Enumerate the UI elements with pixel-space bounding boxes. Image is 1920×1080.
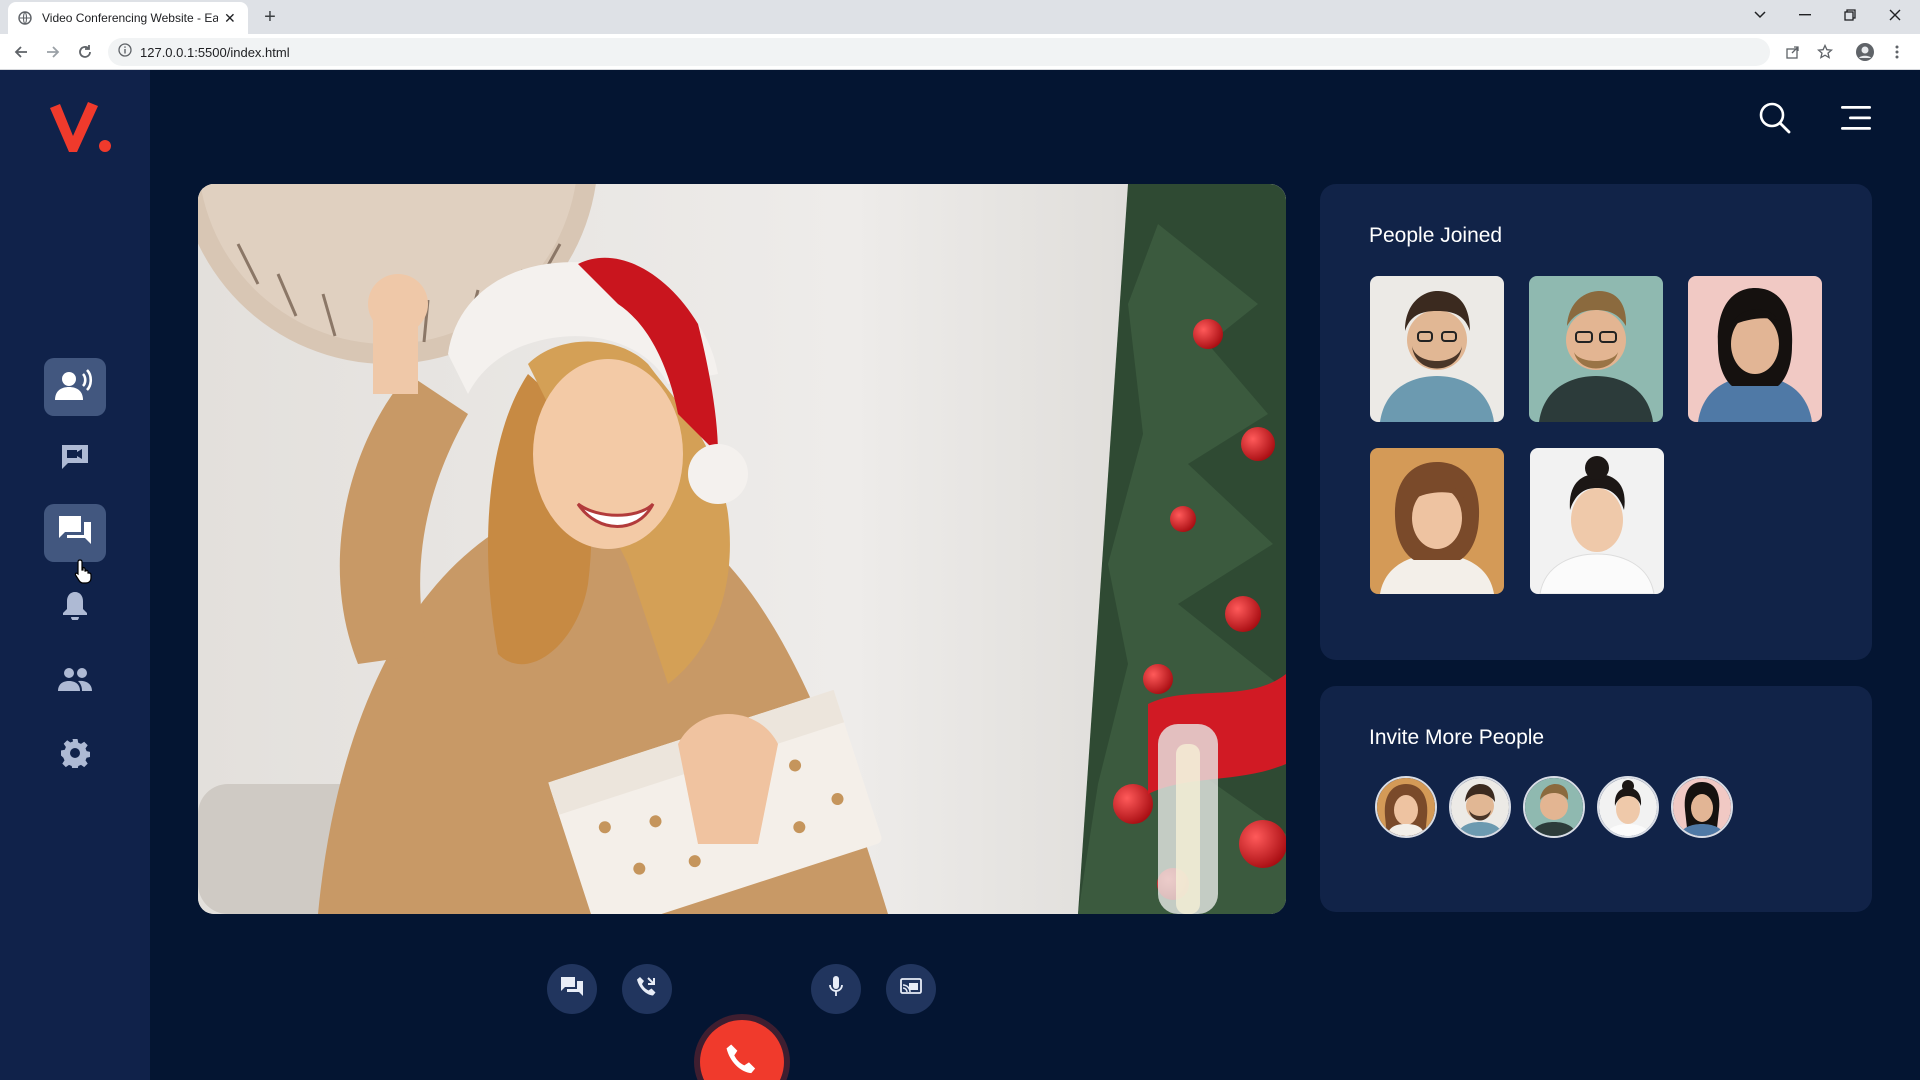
chat-button-icon: [561, 976, 583, 1002]
video-chat-icon: [60, 443, 90, 476]
participant-photo: [1370, 276, 1504, 422]
url-text: 127.0.0.1:5500/index.html: [140, 44, 290, 60]
reload-icon[interactable]: [74, 41, 96, 63]
browser-tab[interactable]: Video Conferencing Website - Ea ✕: [8, 2, 248, 34]
kebab-menu-icon[interactable]: [1886, 41, 1908, 63]
back-icon[interactable]: [10, 41, 32, 63]
video-feed-image: [198, 184, 1286, 914]
restore-icon[interactable]: [1830, 0, 1870, 30]
sidebar-item-people[interactable]: [44, 652, 106, 710]
call-transfer-button[interactable]: [622, 964, 672, 1014]
browser-tabbar: Video Conferencing Website - Ea ✕ +: [0, 0, 1920, 34]
microphone-icon: [828, 975, 844, 1003]
menu-icon[interactable]: [1836, 98, 1876, 138]
call-transfer-icon: [636, 976, 658, 1003]
search-icon[interactable]: [1755, 98, 1795, 138]
globe-icon: [18, 11, 32, 25]
forward-icon[interactable]: [42, 41, 64, 63]
participant-card[interactable]: [1370, 276, 1504, 422]
sidebar-item-settings[interactable]: [44, 726, 106, 784]
gear-icon: [60, 738, 91, 773]
mouse-pointer-icon: [74, 559, 92, 584]
invite-avatar-photo: [1451, 778, 1509, 836]
microphone-button[interactable]: [811, 964, 861, 1014]
tab-title: Video Conferencing Website - Ea: [42, 11, 218, 25]
info-icon[interactable]: [118, 42, 132, 62]
share-icon[interactable]: [1782, 41, 1804, 63]
address-bar[interactable]: 127.0.0.1:5500/index.html: [108, 38, 1770, 66]
participant-photo: [1529, 276, 1663, 422]
screen-share-icon: [900, 977, 922, 1001]
screen-share-button[interactable]: [886, 964, 936, 1014]
invite-avatar[interactable]: [1449, 776, 1511, 838]
minimize-icon[interactable]: [1785, 0, 1825, 30]
app-root: People Joined Invite More People: [0, 70, 1920, 1080]
people-icon: [58, 667, 92, 696]
participant-card[interactable]: [1688, 276, 1822, 422]
invite-more-title: Invite More People: [1369, 726, 1545, 749]
sidebar-item-notifications[interactable]: [44, 578, 106, 636]
people-joined-panel: People Joined: [1320, 184, 1872, 660]
invite-avatar[interactable]: [1671, 776, 1733, 838]
chat-icon: [59, 515, 91, 551]
sidebar-item-chat[interactable]: [44, 504, 106, 562]
participant-card[interactable]: [1370, 448, 1504, 594]
profile-avatar-icon[interactable]: [1854, 41, 1876, 63]
participant-photo: [1370, 448, 1504, 594]
bell-icon: [62, 590, 88, 625]
participant-photo: [1530, 448, 1664, 594]
new-tab-icon[interactable]: +: [258, 5, 282, 29]
bookmark-star-icon[interactable]: [1814, 41, 1836, 63]
people-joined-title: People Joined: [1369, 224, 1503, 247]
brand-logo[interactable]: [46, 98, 116, 158]
invite-avatar-photo: [1377, 778, 1435, 836]
invite-avatar[interactable]: [1523, 776, 1585, 838]
chat-button[interactable]: [547, 964, 597, 1014]
participant-photo: [1688, 276, 1822, 422]
participant-card[interactable]: [1530, 448, 1664, 594]
invite-avatar-photo: [1599, 778, 1657, 836]
tab-search-icon[interactable]: [1740, 0, 1780, 30]
sidebar-item-speaker[interactable]: [44, 358, 106, 416]
close-window-icon[interactable]: [1875, 0, 1915, 30]
speaker-icon: [55, 368, 95, 407]
participant-card[interactable]: [1529, 276, 1663, 422]
invite-avatar[interactable]: [1375, 776, 1437, 838]
invite-avatar[interactable]: [1597, 776, 1659, 838]
invite-avatar-photo: [1673, 778, 1731, 836]
end-call-button[interactable]: [700, 1020, 784, 1080]
invite-avatar-photo: [1525, 778, 1583, 836]
close-tab-icon[interactable]: ✕: [224, 11, 236, 25]
main-video-feed[interactable]: [198, 184, 1286, 914]
sidebar-item-video-chat[interactable]: [44, 430, 106, 488]
browser-toolbar: 127.0.0.1:5500/index.html: [0, 34, 1920, 70]
sidebar: [0, 70, 150, 1080]
end-call-icon: [725, 1043, 759, 1080]
